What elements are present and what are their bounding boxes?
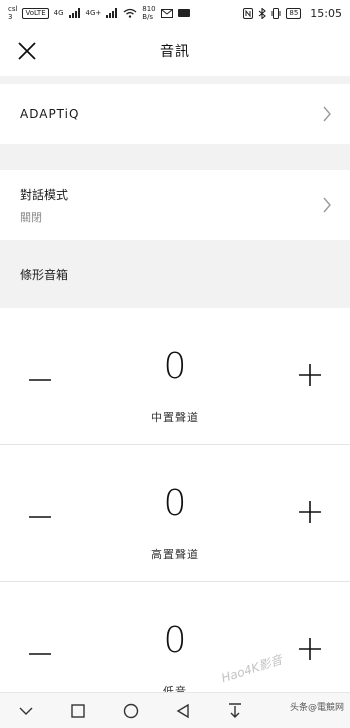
- section-divider-2: [0, 144, 350, 170]
- bluetooth-icon: [259, 7, 267, 19]
- chevron-right-icon: [323, 106, 331, 122]
- status-bar: csl 3 VoLTE 4G 4G+ 810 B/s 85 15:05: [0, 0, 350, 26]
- increase-button[interactable]: [298, 500, 322, 524]
- net-speed: 810 B/s: [142, 5, 155, 21]
- section-divider: [0, 76, 350, 84]
- carrier: csl 3: [8, 5, 17, 21]
- signal-icon: [68, 8, 80, 18]
- chevron-right-icon: [323, 197, 331, 213]
- app-icon: [177, 9, 190, 17]
- plus-icon: [299, 501, 321, 523]
- adaptiq-label: ADAPTiQ: [20, 107, 80, 121]
- net-speed-value: 810: [142, 5, 156, 13]
- dialog-mode-label: 對話模式: [20, 187, 69, 202]
- nav-notification-button[interactable]: [223, 699, 247, 723]
- brand-watermark: 头条@電競网: [289, 703, 344, 713]
- dialog-mode-value: 關閉: [20, 210, 42, 224]
- nav-recents-button[interactable]: [66, 699, 90, 723]
- mail-icon: [160, 9, 173, 18]
- nav-collapse-button[interactable]: [14, 699, 38, 723]
- plus-icon: [299, 364, 321, 386]
- app-header: 音訊: [0, 26, 350, 76]
- increase-button[interactable]: [298, 637, 322, 661]
- close-icon: [18, 42, 36, 60]
- close-button[interactable]: [15, 39, 39, 63]
- nfc-icon: [243, 7, 254, 19]
- nav-back-button[interactable]: [171, 699, 195, 723]
- plus-icon: [299, 638, 321, 660]
- signal-icon-2: [106, 8, 118, 18]
- wifi-icon: [123, 8, 137, 18]
- control-label: 高置聲道: [151, 548, 199, 561]
- height-channel-control: 0 高置聲道: [0, 445, 350, 582]
- status-time: 15:05: [310, 6, 342, 20]
- status-left: csl 3 VoLTE 4G 4G+ 810 B/s: [8, 5, 190, 21]
- network-type-b: 4G+: [85, 9, 102, 17]
- network-type-a: 4G: [53, 9, 64, 17]
- nav-home-button[interactable]: [119, 699, 143, 723]
- control-label: 中置聲道: [151, 411, 199, 424]
- carrier-bottom: 3: [8, 13, 13, 21]
- triangle-back-icon: [176, 703, 189, 718]
- net-speed-unit: B/s: [142, 13, 154, 21]
- battery-indicator: 85: [286, 7, 302, 19]
- increase-button[interactable]: [298, 363, 322, 387]
- status-right: 85 15:05: [243, 7, 342, 20]
- vibrate-icon: [271, 7, 281, 19]
- dialog-mode-row[interactable]: 對話模式 關閉: [0, 170, 350, 240]
- center-channel-control: 0 中置聲道: [0, 308, 350, 445]
- carrier-top: csl: [8, 5, 18, 13]
- circle-icon: [123, 703, 139, 718]
- square-icon: [71, 703, 86, 718]
- volte-badge: VoLTE: [22, 7, 49, 19]
- pull-down-icon: [229, 702, 242, 718]
- section-title: 條形音箱: [20, 267, 69, 282]
- chevron-down-icon: [19, 707, 33, 715]
- adaptiq-row[interactable]: ADAPTiQ: [0, 84, 350, 144]
- soundbar-section-header: 條形音箱: [0, 240, 350, 308]
- bass-control: 0 低音: [0, 582, 350, 698]
- page-title: 音訊: [160, 44, 190, 60]
